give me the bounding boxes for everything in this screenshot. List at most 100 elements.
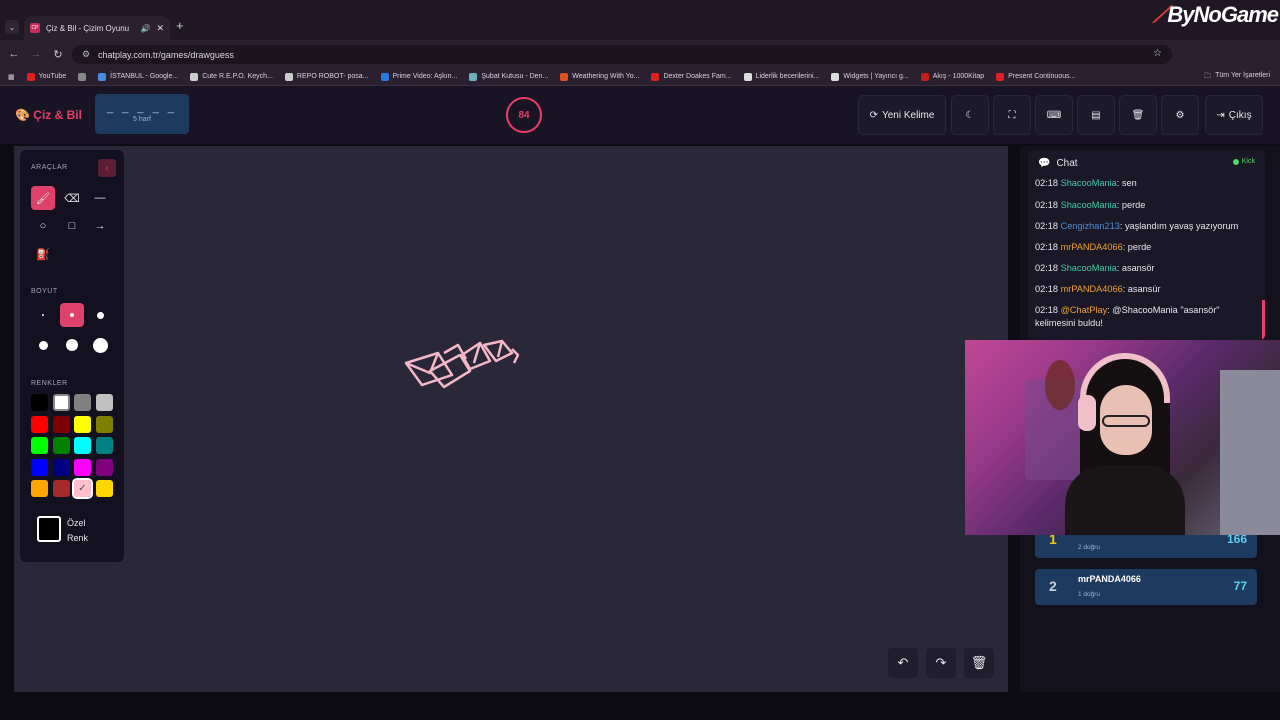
size-section-label: BOYUT xyxy=(31,288,58,295)
arrow-tool[interactable]: → xyxy=(88,214,112,238)
chat-username[interactable]: Cengizhan213 xyxy=(1061,221,1120,231)
reload-icon[interactable]: ↻ xyxy=(47,48,69,61)
round-timer: 84 xyxy=(506,97,542,133)
bookmark-star-icon[interactable]: ☆ xyxy=(1153,48,1162,59)
color-swatch[interactable] xyxy=(52,458,70,476)
eraser-tool[interactable]: ⌫ xyxy=(60,186,84,210)
clear-canvas-button[interactable]: 🗑 xyxy=(964,648,994,678)
color-swatch[interactable] xyxy=(95,415,113,433)
refresh-icon: ⟳ xyxy=(869,109,878,121)
bookmark-item[interactable]: REPO ROBOT- posa... xyxy=(284,72,369,81)
drawing-canvas[interactable] xyxy=(14,146,1008,692)
custom-color-button[interactable] xyxy=(37,516,61,542)
bookmark-label: Cute R.E.P.O. Keych... xyxy=(202,73,273,80)
leaderboard-row: 2 mrPANDA4066 1 doğru 77 xyxy=(1035,569,1257,605)
color-swatch[interactable] xyxy=(95,480,113,497)
redo-icon: ↷ xyxy=(935,655,947,670)
chat-header: 💬 Chat xyxy=(1038,158,1078,169)
chat-username[interactable]: mrPANDA4066 xyxy=(1061,284,1123,294)
bookmark-item[interactable]: Prime Video: Aşkın... xyxy=(380,72,458,81)
new-word-button[interactable]: ⟳ Yeni Kelime xyxy=(858,95,946,135)
archive-button[interactable]: ▤ xyxy=(1077,95,1115,135)
color-swatch[interactable] xyxy=(74,415,91,433)
keyboard-button[interactable]: ⌨ xyxy=(1035,95,1073,135)
color-swatch[interactable] xyxy=(31,458,48,476)
size-option-4[interactable] xyxy=(31,333,55,357)
color-swatch[interactable] xyxy=(31,394,48,411)
bookmark-item[interactable]: Widgets | Yayıncı g... xyxy=(831,72,909,81)
bookmark-item[interactable]: Weathering With Yo... xyxy=(560,72,639,81)
color-swatch[interactable] xyxy=(52,480,70,497)
chat-username[interactable]: ShacooMania xyxy=(1061,200,1117,210)
close-tab-icon[interactable]: ✕ xyxy=(156,23,164,34)
circle-tool[interactable]: ○ xyxy=(31,214,55,238)
chat-time: 02:18 xyxy=(1035,305,1058,315)
undo-button[interactable]: ↶ xyxy=(888,648,918,678)
color-swatch[interactable] xyxy=(95,394,113,411)
chat-text: perde xyxy=(1121,200,1146,210)
dark-mode-button[interactable]: ☾ xyxy=(951,95,989,135)
fullscreen-button[interactable]: ⛶ xyxy=(993,95,1031,135)
bookmark-item[interactable]: İSTANBUL - Google... xyxy=(98,72,178,81)
size-option-3[interactable] xyxy=(88,303,112,327)
bookmark-item[interactable]: Akış - 1000Kitap xyxy=(920,72,984,81)
color-swatch[interactable] xyxy=(74,394,91,411)
color-swatch[interactable] xyxy=(52,415,70,433)
forward-icon[interactable]: → xyxy=(25,48,47,60)
size-option-6[interactable] xyxy=(88,333,112,357)
bookmark-item[interactable]: Cute R.E.P.O. Keych... xyxy=(190,72,273,81)
back-icon[interactable]: ← xyxy=(3,48,25,60)
bookmark-favicon-icon xyxy=(743,72,752,81)
brush-tool[interactable]: 🖌 xyxy=(31,186,55,210)
chat-username[interactable]: @ChatPlay xyxy=(1061,305,1108,315)
color-swatch[interactable] xyxy=(52,437,70,454)
exit-button[interactable]: ⇥ Çıkış xyxy=(1205,95,1263,135)
tool-panel: ARAÇLAR ‹ 🖌 ⌫ — ○ □ → ⛽ BOYUT RENKLER ✓ … xyxy=(20,150,124,562)
size-option-5[interactable] xyxy=(60,333,84,357)
color-swatch[interactable] xyxy=(31,480,48,497)
color-swatch[interactable] xyxy=(95,437,113,454)
size-option-1[interactable] xyxy=(31,303,55,327)
bookmark-item[interactable]: Liderlik becerilerini... xyxy=(743,72,819,81)
tab-search-icon[interactable]: ⌄ xyxy=(5,20,19,34)
fill-tool[interactable]: ⛽ xyxy=(31,242,55,266)
color-swatch[interactable] xyxy=(74,437,91,454)
color-swatch[interactable] xyxy=(31,415,48,433)
bookmark-favicon-icon xyxy=(380,72,389,81)
redo-button[interactable]: ↷ xyxy=(926,648,956,678)
bookmark-item[interactable] xyxy=(78,72,87,81)
line-tool[interactable]: — xyxy=(88,186,112,210)
speaker-icon[interactable]: 🔊 xyxy=(140,24,150,33)
bookmark-item[interactable]: Şubat Kutusu - Den... xyxy=(469,72,548,81)
site-info-icon[interactable]: ⚙ xyxy=(82,49,90,60)
circle-icon: ○ xyxy=(39,220,47,232)
color-swatch[interactable] xyxy=(31,437,48,454)
size-option-2[interactable] xyxy=(60,303,84,327)
browser-tab[interactable]: CP Çiz & Bil - Çizim Oyunu 🔊 ✕ xyxy=(24,16,170,40)
new-tab-icon[interactable]: + xyxy=(176,18,184,33)
url-field[interactable]: ⚙ chatplay.com.tr/games/drawguess ☆ xyxy=(72,45,1172,64)
color-swatch[interactable] xyxy=(52,394,70,411)
settings-button[interactable]: ⚙ xyxy=(1161,95,1199,135)
bookmark-item[interactable]: YouTube xyxy=(26,72,66,81)
chat-username[interactable]: ShacooMania xyxy=(1061,263,1117,273)
apps-icon[interactable]: ▦ xyxy=(8,73,15,81)
color-swatch[interactable]: ✓ xyxy=(72,478,93,499)
all-bookmarks[interactable]: 🗀 Tüm Yer İşaretleri xyxy=(1204,72,1270,83)
bookmark-item[interactable]: Dexter Doakes Fam... xyxy=(651,72,732,81)
bookmark-item[interactable]: Present Continuous... xyxy=(996,72,1075,81)
chat-scrollbar[interactable] xyxy=(1262,300,1265,340)
leaderboard-rank: 2 xyxy=(1049,578,1057,594)
chat-username[interactable]: ShacooMania xyxy=(1061,178,1117,188)
clear-button[interactable]: 🗑 xyxy=(1119,95,1157,135)
undo-icon: ↶ xyxy=(897,655,909,670)
bookmark-label: Prime Video: Aşkın... xyxy=(392,73,458,80)
palette-icon: 🎨 xyxy=(15,108,30,122)
webcam-overlay xyxy=(965,340,1280,535)
collapse-panel-button[interactable]: ‹ xyxy=(98,159,116,177)
color-swatch[interactable] xyxy=(74,458,91,476)
app-logo[interactable]: 🎨 Çiz & Bil xyxy=(15,108,82,122)
chat-username[interactable]: mrPANDA4066 xyxy=(1061,242,1123,252)
color-swatch[interactable] xyxy=(95,458,113,476)
rectangle-tool[interactable]: □ xyxy=(60,214,84,238)
